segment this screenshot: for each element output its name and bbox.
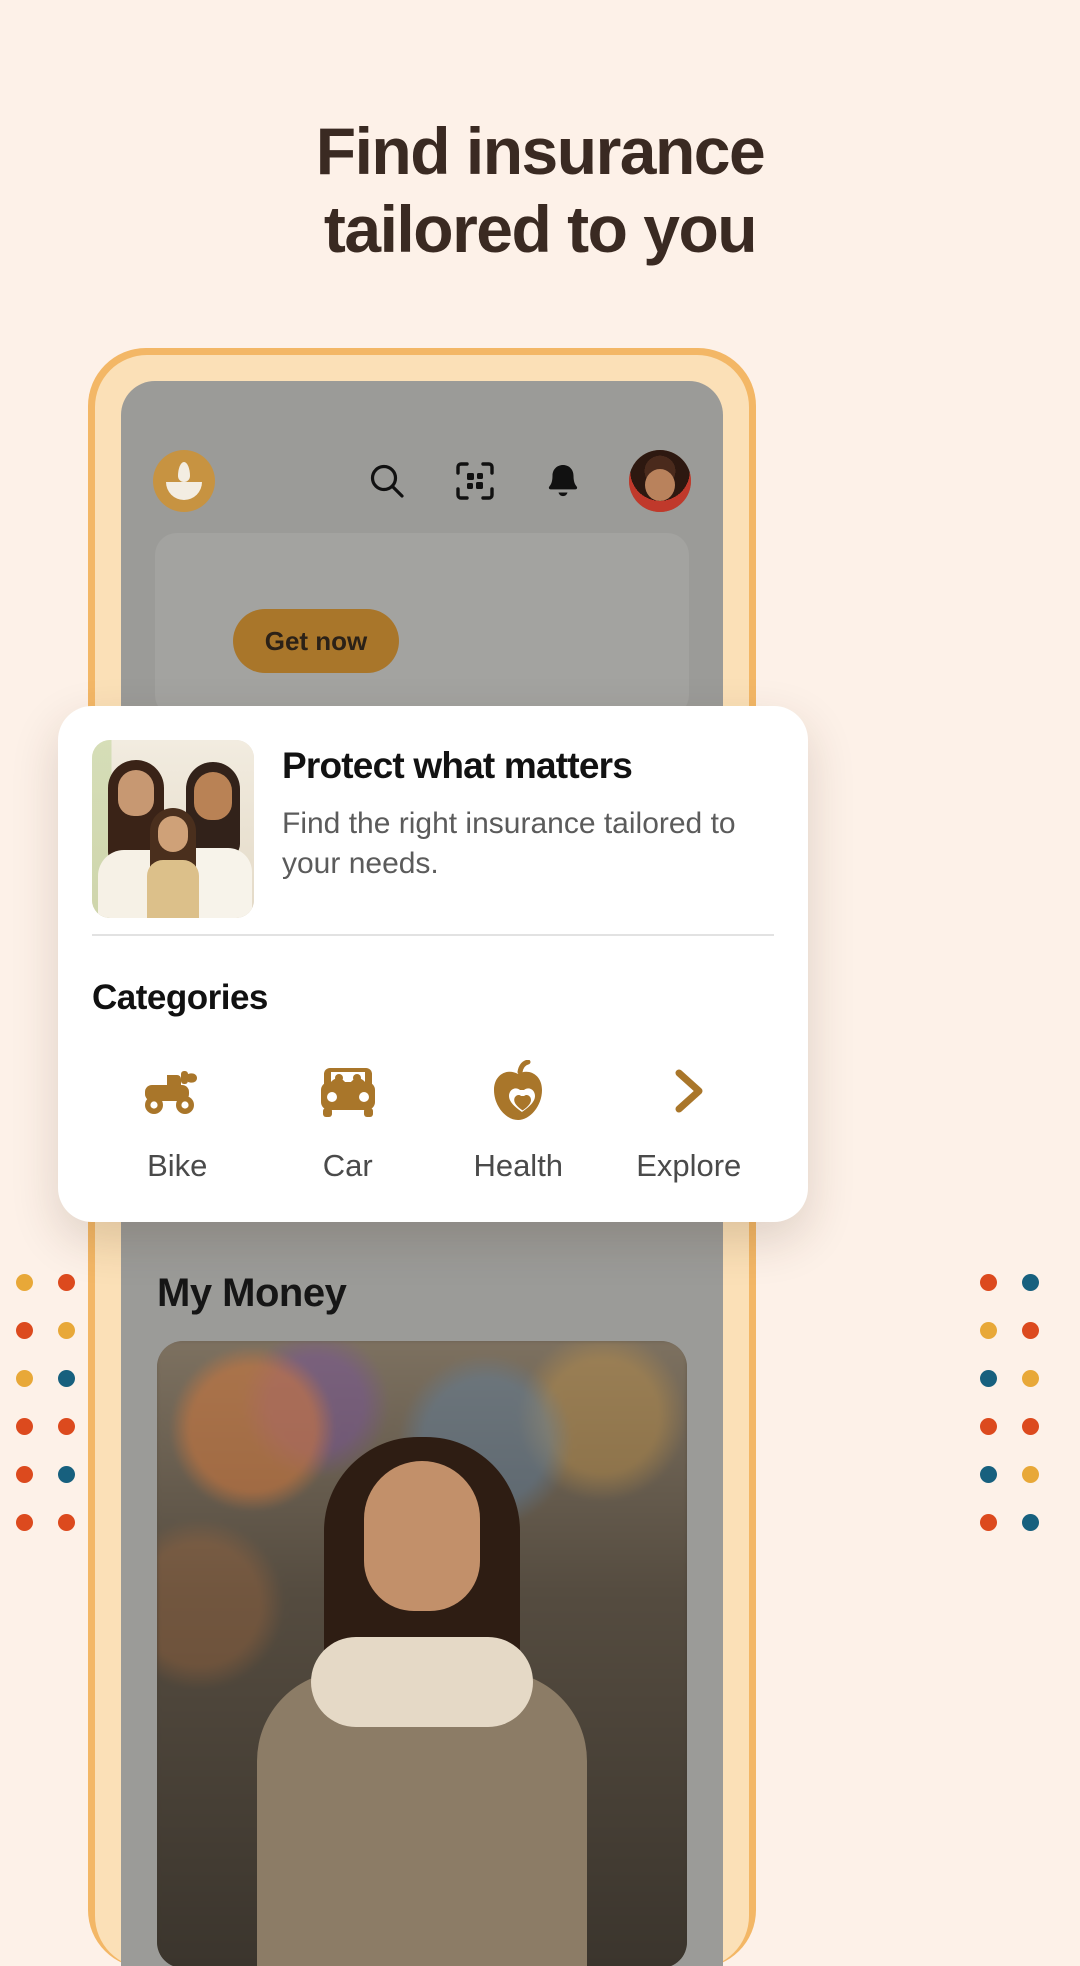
user-avatar[interactable] [629,450,691,512]
child-face-shape [158,816,188,852]
category-label: Explore [636,1148,742,1183]
mother-face-shape [118,770,154,816]
categories-row: Bike Car Health Explore [92,1056,774,1184]
decorative-dots-left [16,1274,100,1531]
get-now-button[interactable]: Get now [233,609,399,673]
my-money-banner-image[interactable] [157,1341,687,1966]
car-icon [263,1056,434,1126]
decorative-dot [1022,1418,1039,1435]
info-card-title: Protect what matters [282,745,633,786]
person-face-shape [364,1461,480,1611]
decorative-dot [58,1274,75,1291]
child-dress-shape [147,860,199,918]
decorative-dot [58,1514,75,1531]
decorative-dot [16,1466,33,1483]
decorative-dot [58,1370,75,1387]
promo-banner [155,533,689,717]
decorative-dot [58,1418,75,1435]
decorative-dot [980,1274,997,1291]
decorative-dot [980,1322,997,1339]
decorative-dot [58,1322,75,1339]
card-divider [92,934,774,936]
bell-icon[interactable] [541,459,585,503]
app-bar [121,443,723,519]
category-item-explore[interactable]: Explore [604,1056,775,1184]
decorative-dot [58,1466,75,1483]
avatar-face-shape [645,468,675,501]
qr-scan-icon[interactable] [453,459,497,503]
insurance-info-card: Protect what matters Find the right insu… [58,706,808,1222]
decorative-dots-right [980,1274,1064,1531]
headline-line-1: Find insurance [315,114,766,188]
diya-lamp-icon[interactable] [153,450,215,512]
decorative-dot [980,1466,997,1483]
category-item-bike[interactable]: Bike [92,1056,263,1184]
decorative-dot [16,1514,33,1531]
decorative-dot [980,1370,997,1387]
search-icon[interactable] [365,459,409,503]
decorative-dot [1022,1466,1039,1483]
decorative-dot [1022,1322,1039,1339]
family-photo-thumbnail [92,740,254,918]
page-title: Find insurance tailored to you [0,112,1080,268]
chevron-right-icon [604,1056,775,1126]
categories-heading: Categories [92,978,268,1017]
decorative-dot [1022,1514,1039,1531]
decorative-dot [16,1274,33,1291]
decorative-dot [1022,1274,1039,1291]
father-face-shape [194,772,232,820]
category-label: Car [322,1148,373,1183]
my-money-heading: My Money [157,1271,347,1315]
info-card-text: Protect what matters Find the right insu… [282,740,774,918]
info-card-header: Protect what matters Find the right insu… [92,740,774,918]
category-item-health[interactable]: Health [433,1056,604,1184]
decorative-dot [980,1514,997,1531]
apple-heart-icon [433,1056,604,1126]
decorative-dot [16,1418,33,1435]
app-bar-actions [365,450,691,512]
decorative-dot [16,1370,33,1387]
diya-bowl-shape [166,482,202,500]
headline-line-2: tailored to you [323,192,758,266]
info-card-subtitle: Find the right insurance tailored to you… [282,807,736,880]
category-label: Bike [147,1148,208,1183]
diya-flame-shape [178,462,190,482]
promo-page: Find insurance tailored to you Get now M… [0,0,1080,1966]
motorcycle-icon [92,1056,263,1126]
decorative-dot [980,1418,997,1435]
category-label: Health [473,1148,564,1183]
decorative-dot [16,1322,33,1339]
person-scarf-shape [311,1637,533,1727]
category-item-car[interactable]: Car [263,1056,434,1184]
decorative-dot [1022,1370,1039,1387]
